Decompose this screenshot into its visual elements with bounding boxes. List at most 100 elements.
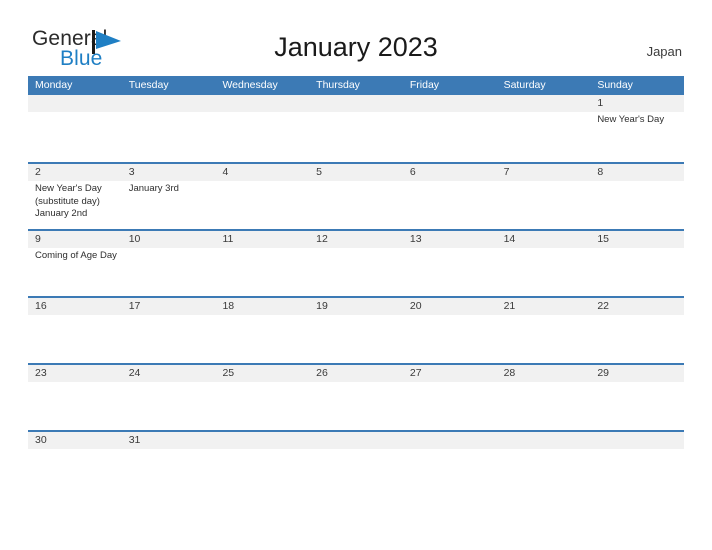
day-cell-3[interactable]: January 3rd [122, 181, 216, 229]
day-cell-6[interactable] [403, 181, 497, 229]
day-cell-28[interactable] [497, 382, 591, 430]
day-cell-10[interactable] [122, 248, 216, 296]
day-number-20[interactable]: 20 [403, 298, 497, 315]
day-number-19[interactable]: 19 [309, 298, 403, 315]
holiday-event: January 3rd [128, 183, 179, 194]
day-number-30[interactable]: 30 [28, 432, 122, 449]
day-events-band [28, 382, 684, 430]
calendar-grid: Monday Tuesday Wednesday Thursday Friday Satu… [28, 76, 684, 497]
day-number-15[interactable]: 15 [590, 231, 684, 248]
day-cell-25[interactable] [215, 382, 309, 430]
day-cell-empty [28, 112, 122, 160]
calendar-week-row: 23 24 25 26 27 28 29 [28, 363, 684, 430]
day-number-23[interactable]: 23 [28, 365, 122, 382]
weekday-header-wednesday: Wednesday [222, 79, 278, 91]
weekday-header-sunday: Sunday [597, 79, 633, 91]
day-number-26[interactable]: 26 [309, 365, 403, 382]
day-cell-1[interactable]: New Year's Day [590, 112, 684, 160]
day-cell-7[interactable] [497, 181, 591, 229]
day-events-band [28, 449, 684, 497]
day-events-band: New Year's Day (substitute day) January … [28, 181, 684, 229]
day-cell-15[interactable] [590, 248, 684, 296]
day-number-31[interactable]: 31 [122, 432, 216, 449]
day-cell-24[interactable] [122, 382, 216, 430]
day-cell-2[interactable]: New Year's Day (substitute day) January … [28, 181, 122, 229]
day-cell-17[interactable] [122, 315, 216, 363]
day-cell-4[interactable] [215, 181, 309, 229]
day-number-7[interactable]: 7 [497, 164, 591, 181]
day-cell-30[interactable] [28, 449, 122, 497]
day-cell-12[interactable] [309, 248, 403, 296]
day-cell-19[interactable] [309, 315, 403, 363]
day-number-empty [590, 432, 684, 449]
day-number-band: 9 10 11 12 13 14 15 [28, 231, 684, 248]
day-number-band: 16 17 18 19 20 21 22 [28, 298, 684, 315]
day-number-2[interactable]: 2 [28, 164, 122, 181]
day-cell-5[interactable] [309, 181, 403, 229]
day-number-29[interactable]: 29 [590, 365, 684, 382]
day-number-6[interactable]: 6 [403, 164, 497, 181]
day-number-16[interactable]: 16 [28, 298, 122, 315]
day-cell-22[interactable] [590, 315, 684, 363]
day-cell-16[interactable] [28, 315, 122, 363]
day-number-25[interactable]: 25 [215, 365, 309, 382]
calendar-weeks: 1 New Year's Day 2 3 4 5 6 7 8 New Year's Day (su… [28, 95, 684, 497]
day-number-band: 30 31 [28, 432, 684, 449]
day-number-22[interactable]: 22 [590, 298, 684, 315]
day-cell-14[interactable] [497, 248, 591, 296]
day-number-empty [309, 432, 403, 449]
day-number-12[interactable]: 12 [309, 231, 403, 248]
day-number-empty [215, 432, 309, 449]
day-events-band: Coming of Age Day [28, 248, 684, 296]
weekday-header-thursday: Thursday [316, 79, 360, 91]
day-cell-empty [122, 112, 216, 160]
day-cell-11[interactable] [215, 248, 309, 296]
day-number-21[interactable]: 21 [497, 298, 591, 315]
day-cell-empty [497, 112, 591, 160]
holiday-event: New Year's Day [597, 114, 665, 125]
country-label: Japan [646, 44, 682, 59]
day-cell-26[interactable] [309, 382, 403, 430]
page-title: January 2023 [274, 32, 438, 62]
day-number-band: 23 24 25 26 27 28 29 [28, 365, 684, 382]
day-number-empty [215, 95, 309, 112]
day-cell-empty [309, 449, 403, 497]
day-number-1[interactable]: 1 [590, 95, 684, 112]
day-cell-9[interactable]: Coming of Age Day [28, 248, 122, 296]
day-number-band: 1 [28, 95, 684, 112]
weekday-header-tuesday: Tuesday [128, 79, 169, 91]
day-number-13[interactable]: 13 [403, 231, 497, 248]
day-number-empty [497, 95, 591, 112]
day-cell-27[interactable] [403, 382, 497, 430]
day-cell-23[interactable] [28, 382, 122, 430]
day-cell-empty [590, 449, 684, 497]
weekday-header-friday: Friday [409, 79, 440, 91]
day-events-band: New Year's Day [28, 112, 684, 160]
day-cell-20[interactable] [403, 315, 497, 363]
day-cell-8[interactable] [590, 181, 684, 229]
day-number-28[interactable]: 28 [497, 365, 591, 382]
day-cell-empty [215, 449, 309, 497]
day-number-10[interactable]: 10 [122, 231, 216, 248]
day-cell-29[interactable] [590, 382, 684, 430]
day-number-9[interactable]: 9 [28, 231, 122, 248]
day-number-27[interactable]: 27 [403, 365, 497, 382]
day-number-empty [28, 95, 122, 112]
day-cell-31[interactable] [122, 449, 216, 497]
day-number-8[interactable]: 8 [590, 164, 684, 181]
calendar-week-row: 9 10 11 12 13 14 15 Coming of Age Day [28, 229, 684, 296]
day-cell-empty [403, 112, 497, 160]
day-cell-21[interactable] [497, 315, 591, 363]
day-cell-18[interactable] [215, 315, 309, 363]
day-cell-13[interactable] [403, 248, 497, 296]
day-number-11[interactable]: 11 [215, 231, 309, 248]
day-number-17[interactable]: 17 [122, 298, 216, 315]
day-number-4[interactable]: 4 [215, 164, 309, 181]
page-header: General Blue January 2023 Japan [0, 0, 712, 74]
day-number-5[interactable]: 5 [309, 164, 403, 181]
day-number-24[interactable]: 24 [122, 365, 216, 382]
day-number-18[interactable]: 18 [215, 298, 309, 315]
day-number-14[interactable]: 14 [497, 231, 591, 248]
weekday-header-saturday: Saturday [503, 79, 546, 91]
day-number-3[interactable]: 3 [122, 164, 216, 181]
